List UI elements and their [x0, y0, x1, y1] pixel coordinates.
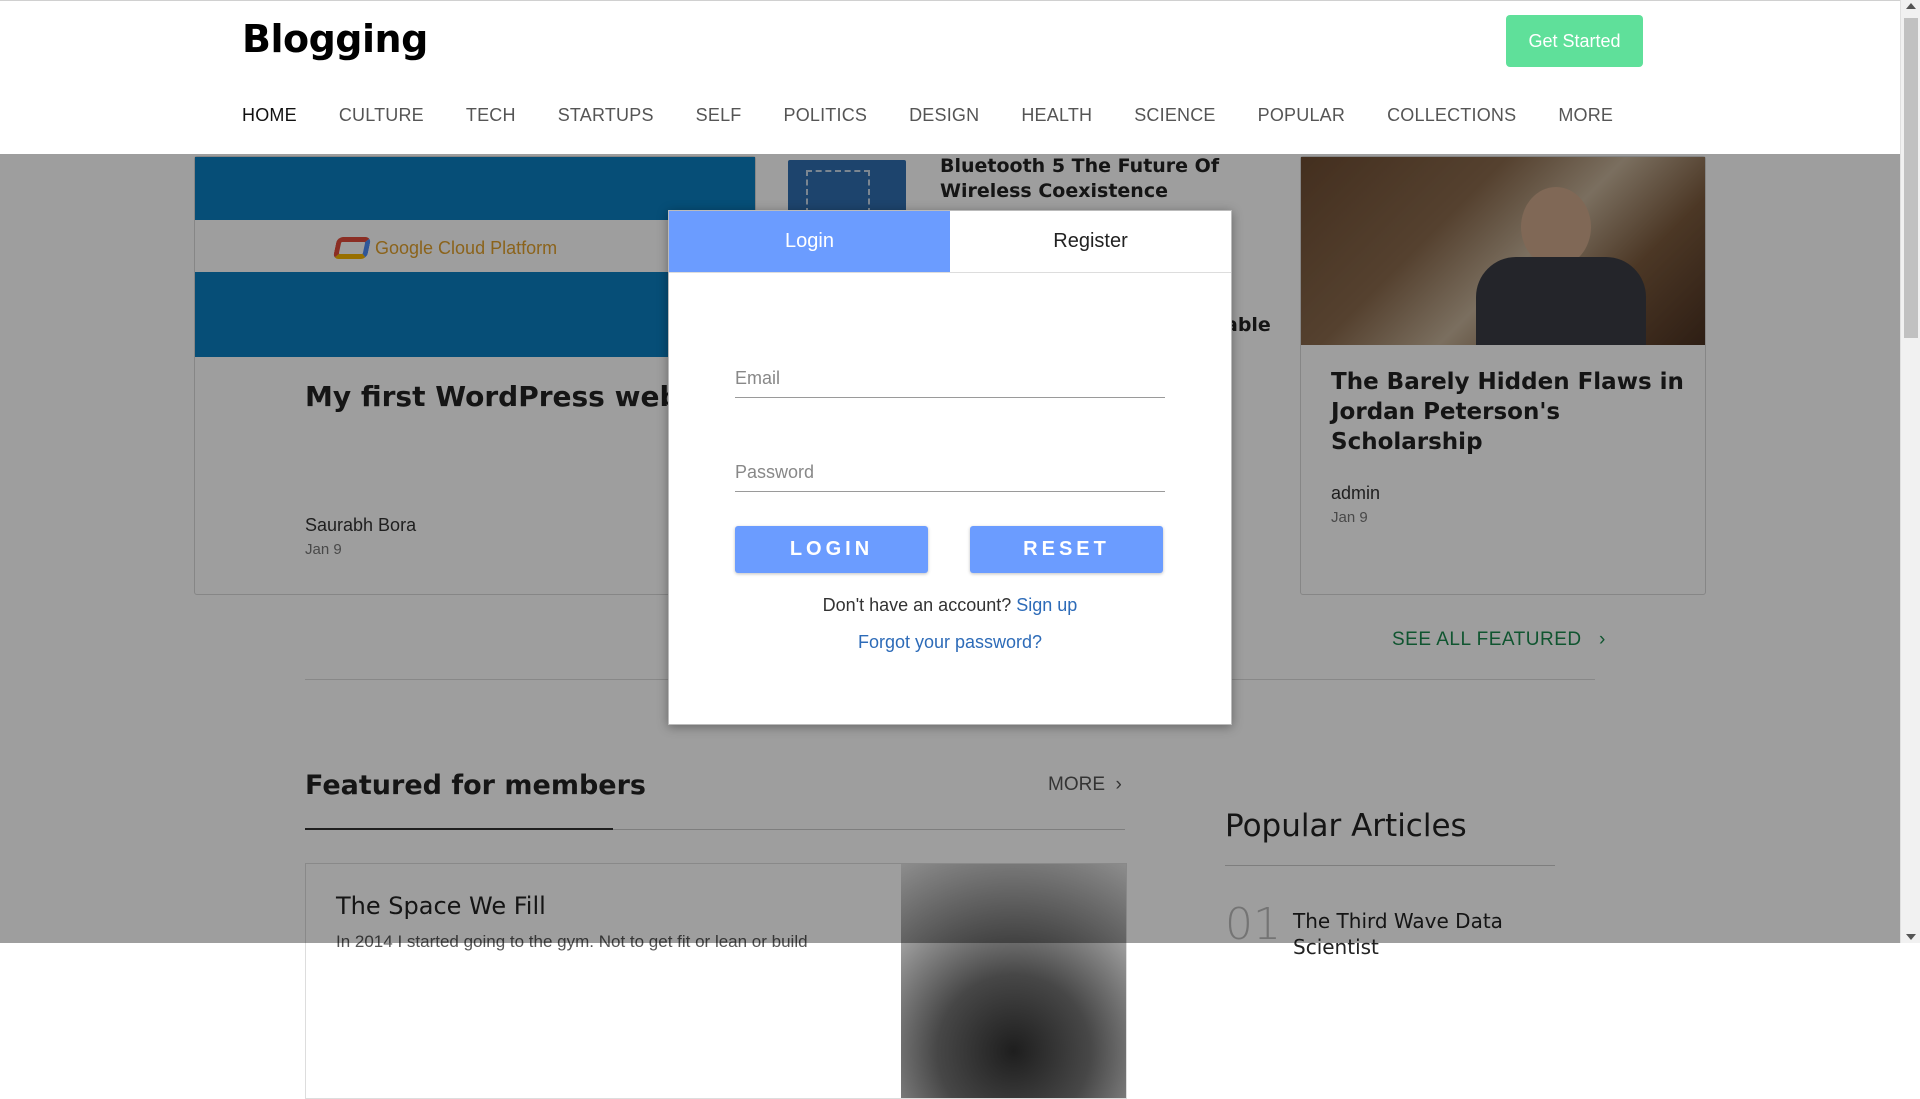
- nav-item-startups[interactable]: STARTUPS: [558, 105, 654, 126]
- nav-item-more[interactable]: MORE: [1558, 105, 1613, 126]
- nav-item-popular[interactable]: POPULAR: [1258, 105, 1345, 126]
- page-scrollbar[interactable]: [1900, 0, 1920, 943]
- get-started-button[interactable]: Get Started: [1506, 15, 1643, 67]
- nav-item-tech[interactable]: TECH: [466, 105, 516, 126]
- login-button[interactable]: LOGIN: [735, 526, 928, 573]
- nav-item-politics[interactable]: POLITICS: [783, 105, 867, 126]
- nav-item-home[interactable]: HOME: [242, 105, 297, 126]
- nav-item-culture[interactable]: CULTURE: [339, 105, 424, 126]
- no-account-text: Don't have an account?: [822, 595, 1012, 615]
- tab-register[interactable]: Register: [950, 211, 1231, 272]
- signup-link[interactable]: Sign up: [1016, 595, 1077, 615]
- login-modal: Login Register LOGIN RESET Don't have an…: [668, 210, 1232, 725]
- modal-tabs: Login Register: [669, 211, 1231, 273]
- email-field[interactable]: [735, 359, 1165, 398]
- nav-item-design[interactable]: DESIGN: [909, 105, 979, 126]
- nav-item-health[interactable]: HEALTH: [1021, 105, 1092, 126]
- nav-item-self[interactable]: SELF: [696, 105, 742, 126]
- scrollbar-thumb[interactable]: [1904, 18, 1918, 338]
- nav-item-collections[interactable]: COLLECTIONS: [1387, 105, 1516, 126]
- site-header: Blogging Get Started HOME CULTURE TECH S…: [0, 1, 1920, 154]
- main-nav: HOME CULTURE TECH STARTUPS SELF POLITICS…: [242, 105, 1655, 126]
- scroll-down-arrow-icon[interactable]: [1906, 934, 1916, 940]
- nav-item-science[interactable]: SCIENCE: [1134, 105, 1215, 126]
- site-logo[interactable]: Blogging: [242, 17, 428, 61]
- reset-button[interactable]: RESET: [970, 526, 1163, 573]
- forgot-password-link[interactable]: Forgot your password?: [669, 632, 1231, 653]
- scroll-up-arrow-icon[interactable]: [1906, 3, 1916, 9]
- page: Blogging Get Started HOME CULTURE TECH S…: [0, 0, 1920, 1099]
- tab-login[interactable]: Login: [669, 211, 950, 272]
- signup-prompt: Don't have an account? Sign up: [669, 595, 1231, 616]
- password-field[interactable]: [735, 453, 1165, 492]
